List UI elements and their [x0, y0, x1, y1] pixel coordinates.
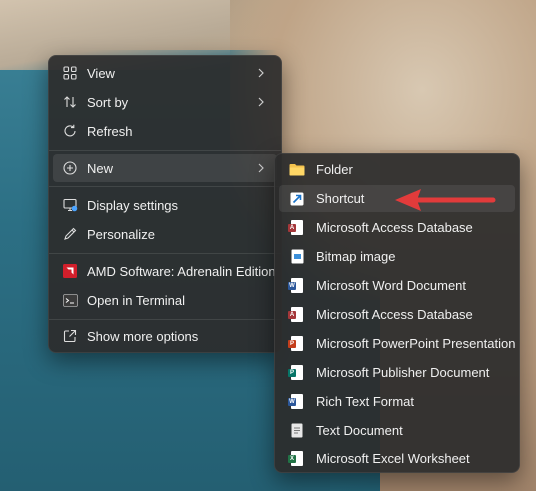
submenu-item-text-document[interactable]: Text Document: [279, 417, 515, 444]
bitmap-icon: [289, 249, 305, 265]
menu-item-label: Sort by: [87, 94, 129, 110]
submenu-item-word-document[interactable]: W Microsoft Word Document: [279, 272, 515, 299]
submenu-item-label: Microsoft Access Database: [316, 220, 473, 235]
menu-separator: [49, 150, 281, 151]
menu-item-label: Display settings: [87, 197, 179, 213]
submenu-item-label: Microsoft Publisher Document: [316, 365, 490, 380]
shortcut-icon: [289, 191, 305, 207]
submenu-item-label: Shortcut: [316, 191, 365, 206]
submenu-item-label: Microsoft PowerPoint Presentation: [316, 336, 516, 351]
excel-icon: X: [288, 451, 305, 467]
display-icon: [62, 197, 78, 213]
menu-item-show-more-options[interactable]: Show more options: [53, 322, 277, 350]
share-icon: [62, 328, 78, 344]
menu-item-display-settings[interactable]: Display settings: [53, 191, 277, 219]
submenu-item-access-database[interactable]: A Microsoft Access Database: [279, 214, 515, 241]
word-icon: W: [288, 278, 305, 294]
menu-item-open-in-terminal[interactable]: Open in Terminal: [53, 286, 277, 314]
menu-item-label: View: [87, 65, 115, 81]
submenu-item-label: Bitmap image: [316, 249, 396, 264]
add-circle-icon: [62, 160, 78, 176]
menu-item-label: Refresh: [87, 123, 133, 139]
submenu-item-folder[interactable]: Folder: [279, 156, 515, 183]
menu-separator: [49, 319, 281, 320]
submenu-item-label: Rich Text Format: [316, 394, 415, 409]
chevron-right-icon: [258, 163, 264, 173]
menu-item-label: Show more options: [87, 328, 199, 344]
menu-item-refresh[interactable]: Refresh: [53, 117, 277, 145]
annotation-arrow-icon: [395, 189, 496, 211]
submenu-item-rich-text-format[interactable]: W Rich Text Format: [279, 388, 515, 415]
chevron-right-icon: [258, 68, 264, 78]
submenu-item-excel-worksheet[interactable]: X Microsoft Excel Worksheet: [279, 445, 515, 472]
menu-item-label: AMD Software: Adrenalin Edition: [87, 263, 276, 279]
grid-icon: [62, 65, 78, 81]
submenu-item-label: Text Document: [316, 423, 403, 438]
word-icon: W: [288, 394, 305, 410]
sort-icon: [62, 94, 78, 110]
menu-item-sort-by[interactable]: Sort by: [53, 88, 277, 116]
submenu-item-label: Folder: [316, 162, 353, 177]
terminal-icon: [62, 292, 78, 308]
menu-item-view[interactable]: View: [53, 59, 277, 87]
publisher-icon: P: [288, 365, 305, 381]
powerpoint-icon: P: [288, 336, 305, 352]
submenu-item-access-database-2[interactable]: A Microsoft Access Database: [279, 301, 515, 328]
access-icon: A: [288, 307, 305, 323]
menu-item-amd-software[interactable]: AMD Software: Adrenalin Edition: [53, 257, 277, 285]
submenu-item-publisher-document[interactable]: P Microsoft Publisher Document: [279, 359, 515, 386]
menu-separator: [49, 186, 281, 187]
access-icon: A: [288, 220, 305, 236]
folder-icon: [289, 162, 305, 178]
menu-item-label: New: [87, 160, 114, 176]
refresh-icon: [62, 123, 78, 139]
submenu-item-label: Microsoft Excel Worksheet: [316, 451, 470, 466]
menu-separator: [49, 253, 281, 254]
menu-item-label: Personalize: [87, 226, 155, 242]
menu-item-new[interactable]: New: [53, 154, 277, 182]
submenu-item-label: Microsoft Access Database: [316, 307, 473, 322]
text-document-icon: [289, 423, 305, 439]
submenu-item-label: Microsoft Word Document: [316, 278, 467, 293]
submenu-item-powerpoint-presentation[interactable]: P Microsoft PowerPoint Presentation: [279, 330, 515, 357]
chevron-right-icon: [258, 97, 264, 107]
desktop-context-menu: View Sort by Refresh New Display setting…: [48, 55, 282, 353]
menu-item-personalize[interactable]: Personalize: [53, 220, 277, 248]
submenu-item-bitmap-image[interactable]: Bitmap image: [279, 243, 515, 270]
pen-icon: [62, 226, 78, 242]
amd-icon: [62, 263, 78, 279]
menu-item-label: Open in Terminal: [87, 292, 186, 308]
